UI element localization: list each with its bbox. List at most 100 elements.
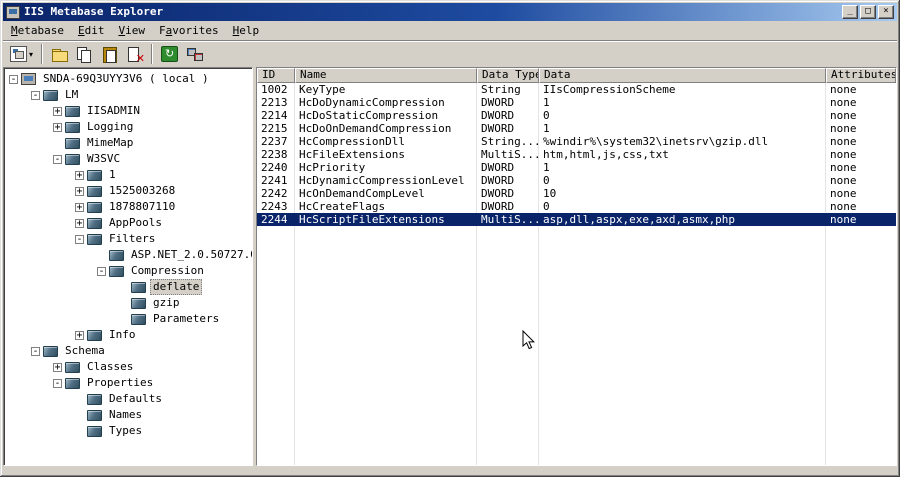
close-button[interactable]: ×	[878, 5, 894, 19]
cell-data-type: DWORD	[481, 109, 515, 122]
tree-item-info[interactable]: + Info	[7, 327, 252, 343]
menu-view[interactable]: View	[111, 22, 152, 39]
property-row-2214[interactable]: 2214 HcDoStaticCompression DWORD 0 none	[257, 109, 896, 122]
node-icon	[65, 137, 80, 149]
tree-item-label: 1525003268	[109, 184, 176, 197]
cell-attributes: none	[830, 83, 857, 96]
list-body: 1002 KeyType String IIsCompressionScheme non…	[257, 83, 896, 465]
column-header-attributes[interactable]: Attributes	[826, 68, 896, 83]
expand-icon[interactable]: +	[75, 202, 84, 212]
tree-item-gzip[interactable]: gzip	[7, 295, 252, 311]
tree-icon	[10, 46, 27, 62]
expand-icon[interactable]: +	[53, 122, 62, 132]
computer-icon	[21, 73, 36, 85]
cell-attributes: none	[830, 109, 857, 122]
property-row-2238[interactable]: 2238 HcFileExtensions MultiS... htm,html,js…	[257, 148, 896, 161]
column-header-data[interactable]: Data	[539, 68, 826, 83]
collapse-icon[interactable]: -	[9, 74, 18, 84]
tree-item-properties[interactable]: - Properties	[7, 375, 252, 391]
collapse-icon[interactable]: -	[31, 346, 40, 356]
column-header-id[interactable]: ID	[257, 68, 295, 83]
cell-data: 1	[543, 96, 550, 109]
paste-button[interactable]	[98, 43, 121, 65]
refresh-button[interactable]	[158, 43, 181, 65]
menu-edit[interactable]: Edit	[71, 22, 112, 39]
tree-item-label: IISADMIN	[87, 104, 140, 117]
cell-id: 2243	[261, 200, 288, 213]
node-icon	[87, 233, 102, 245]
property-row-2215[interactable]: 2215 HcDoOnDemandCompression DWORD 1 none	[257, 122, 896, 135]
tree-item-label: Defaults	[109, 392, 162, 405]
tree-item-apppools[interactable]: + AppPools	[7, 215, 252, 231]
property-row-2241[interactable]: 2241 HcDynamicCompressionLevel DWORD 0 none	[257, 174, 896, 187]
cell-id: 2244	[261, 213, 288, 226]
collapse-icon[interactable]: -	[31, 90, 40, 100]
title-bar[interactable]: IIS Metabase Explorer _ □ ×	[3, 3, 897, 21]
cell-data: 0	[543, 174, 550, 187]
tree-item-names[interactable]: Names	[7, 407, 252, 423]
new-key-button[interactable]	[48, 43, 71, 65]
scope-selector-button[interactable]: ▾	[7, 43, 36, 65]
copy-icon	[76, 46, 93, 63]
collapse-icon[interactable]: -	[53, 378, 62, 388]
property-row-2237[interactable]: 2237 HcCompressionDll String... %windir%\sy…	[257, 135, 896, 148]
expand-icon[interactable]: +	[75, 170, 84, 180]
tree-item-classes[interactable]: + Classes	[7, 359, 252, 375]
menu-favorites[interactable]: Favorites	[152, 22, 226, 39]
dropdown-arrow-icon[interactable]: ▾	[29, 50, 33, 59]
tree-item-1[interactable]: +1	[7, 167, 252, 183]
minimize-button[interactable]: _	[842, 5, 858, 19]
paste-icon	[101, 46, 118, 63]
cell-name: HcOnDemandCompLevel	[299, 187, 425, 200]
expand-icon[interactable]: +	[75, 218, 84, 228]
tree-item-label: deflate	[150, 279, 203, 295]
cell-data-type: DWORD	[481, 174, 515, 187]
tree-item-types[interactable]: Types	[7, 423, 252, 439]
tree-item-logging[interactable]: + Logging	[7, 119, 252, 135]
collapse-icon[interactable]: -	[53, 154, 62, 164]
tree-item-schema[interactable]: - Schema	[7, 343, 252, 359]
tree-item-1525003268[interactable]: +1525003268	[7, 183, 252, 199]
cell-attributes: none	[830, 148, 857, 161]
property-row-2242[interactable]: 2242 HcOnDemandCompLevel DWORD 10 none	[257, 187, 896, 200]
collapse-icon[interactable]: -	[75, 234, 84, 244]
property-row-2243[interactable]: 2243 HcCreateFlags DWORD 0 none	[257, 200, 896, 213]
expand-icon[interactable]: +	[75, 330, 84, 340]
tree-item-lm[interactable]: - LM	[7, 87, 252, 103]
expand-icon[interactable]: +	[53, 362, 62, 372]
copy-button[interactable]	[73, 43, 96, 65]
property-row-2244[interactable]: 2244 HcScriptFileExtensions MultiS... asp,d…	[257, 213, 896, 226]
property-row-2213[interactable]: 2213 HcDoDynamicCompression DWORD 1 none	[257, 96, 896, 109]
tree-item-deflate[interactable]: deflate	[7, 279, 252, 295]
tree-item-w3svc[interactable]: - W3SVC	[7, 151, 252, 167]
maximize-button[interactable]: □	[860, 5, 876, 19]
tree-item-parameters[interactable]: Parameters	[7, 311, 252, 327]
expand-icon[interactable]: +	[75, 186, 84, 196]
node-icon	[109, 249, 124, 261]
column-header-name[interactable]: Name	[295, 68, 477, 83]
tree-item-mimemap[interactable]: MimeMap	[7, 135, 252, 151]
tree-item-defaults[interactable]: Defaults	[7, 391, 252, 407]
tree-item-label: gzip	[153, 296, 180, 309]
connect-button[interactable]	[183, 43, 206, 65]
tree-item-compression[interactable]: - Compression	[7, 263, 252, 279]
delete-button[interactable]	[123, 43, 146, 65]
menu-metabase[interactable]: Metabase	[4, 22, 71, 39]
tree-item-1878807110[interactable]: +1878807110	[7, 199, 252, 215]
cell-id: 2237	[261, 135, 288, 148]
window-title: IIS Metabase Explorer	[24, 5, 164, 18]
tree-item-asp-net-2-0-50727-0[interactable]: ASP.NET_2.0.50727.0	[7, 247, 252, 263]
property-row-2240[interactable]: 2240 HcPriority DWORD 1 none	[257, 161, 896, 174]
tree-item-label: Compression	[131, 264, 204, 277]
property-row-1002[interactable]: 1002 KeyType String IIsCompressionScheme non…	[257, 83, 896, 96]
node-icon	[65, 153, 80, 165]
tree-item-iisadmin[interactable]: + IISADMIN	[7, 103, 252, 119]
tree-item-snda-69q3uyy3v6-local[interactable]: - SNDA-69Q3UYY3V6 ( local )	[7, 71, 252, 87]
column-header-data-type[interactable]: Data Type	[477, 68, 539, 83]
tree-item-filters[interactable]: - Filters	[7, 231, 252, 247]
tree-item-label: 1	[109, 168, 116, 181]
collapse-icon[interactable]: -	[97, 266, 106, 276]
menu-help[interactable]: Help	[226, 22, 267, 39]
expand-icon[interactable]: +	[53, 106, 62, 116]
list-panel: ID Name Data Type Data Attributes 1002 KeyTyp…	[256, 67, 897, 466]
